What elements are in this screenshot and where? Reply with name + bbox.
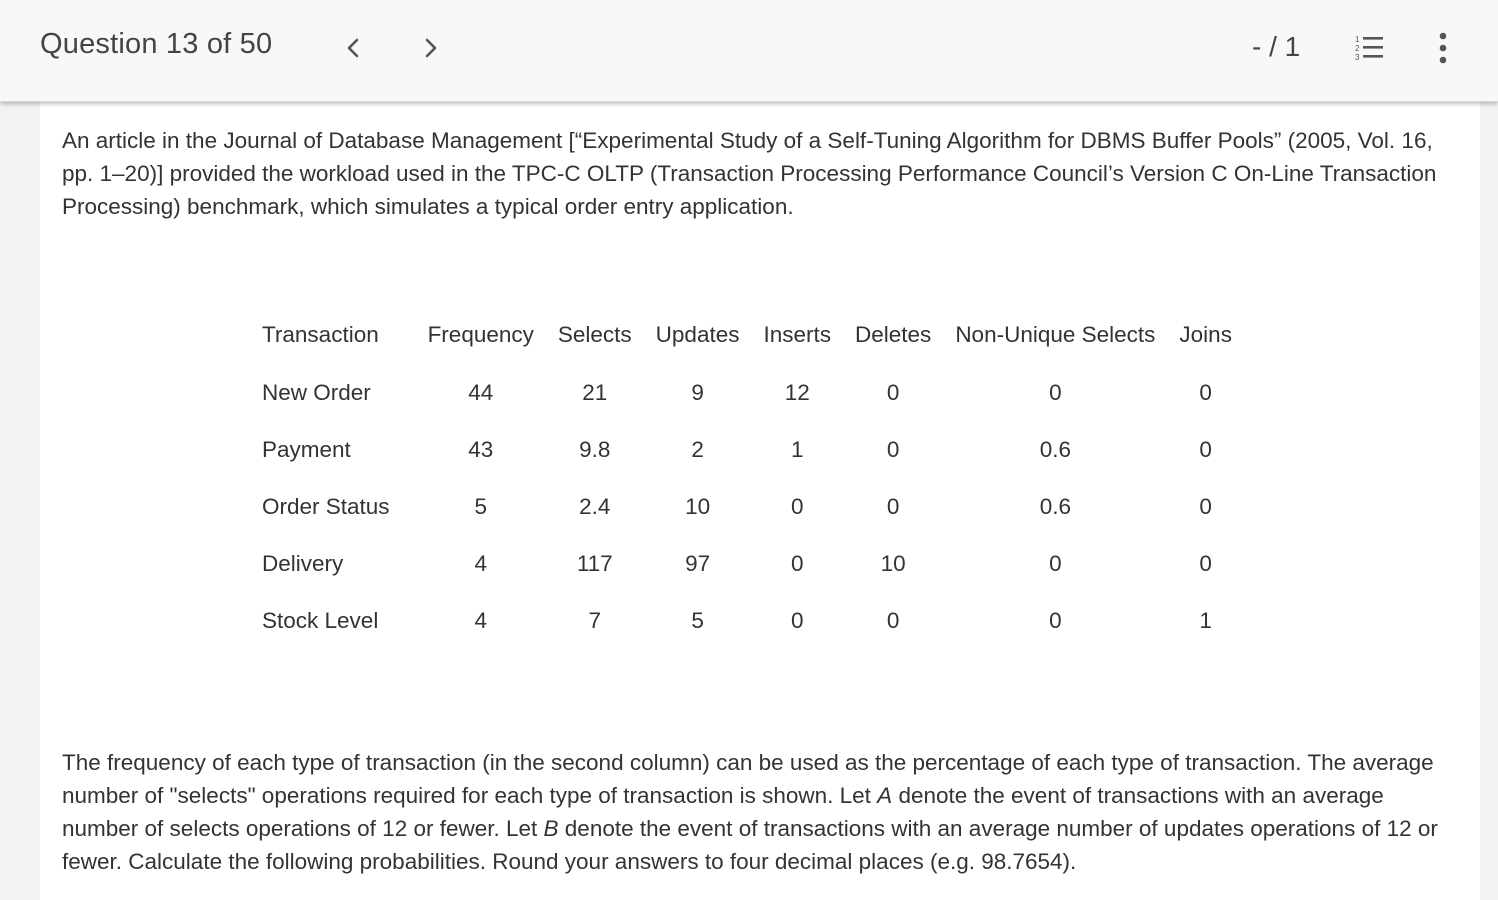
table-cell: 0: [790, 550, 804, 576]
chevron-right-icon: [425, 38, 437, 58]
table-cell: 5: [691, 607, 704, 633]
table-cell: 10: [880, 550, 906, 576]
table-cell: 44: [468, 379, 494, 405]
table-cell: 0.6: [1039, 436, 1071, 462]
more-options-button[interactable]: [1428, 30, 1458, 66]
next-question-button[interactable]: [414, 30, 448, 66]
table-cell: 2: [691, 436, 704, 462]
table-cell: 0: [1199, 550, 1212, 576]
table-cell: 117: [576, 550, 613, 576]
event-a-variable: A: [877, 783, 893, 808]
table-cell: 0: [1199, 379, 1212, 405]
column-header: Joins: [1179, 322, 1232, 347]
event-b-variable: B: [543, 816, 559, 841]
question-content: An article in the Journal of Database Ma…: [40, 101, 1480, 900]
table-cell: 7: [588, 607, 602, 633]
score-display: - / 1: [1252, 31, 1301, 62]
table-cell: 0: [1049, 550, 1062, 576]
question-list-button[interactable]: 1 2 3: [1352, 32, 1390, 64]
svg-text:2: 2: [1355, 44, 1360, 53]
more-vertical-icon: [1439, 32, 1447, 64]
table-cell: 10: [685, 493, 711, 519]
table-cell: Delivery: [262, 550, 344, 576]
table-cell: 1: [790, 436, 804, 462]
table-row: Order Status 5 2.4 10 0 0 0.6 0: [250, 478, 1244, 535]
table-cell: 0: [886, 607, 900, 633]
table-row: Payment 43 9.8 2 1 0 0.6 0: [250, 421, 1244, 478]
table-cell: 0: [886, 379, 900, 405]
numbered-list-icon: 1 2 3: [1355, 35, 1383, 62]
table-cell: 1: [1199, 607, 1212, 633]
column-header: Updates: [655, 322, 740, 347]
column-header: Non-Unique Selects: [955, 322, 1156, 347]
table-cell: 0: [1049, 607, 1062, 633]
table-cell: Payment: [262, 436, 351, 462]
chevron-left-icon: [347, 38, 359, 58]
table-cell: 21: [582, 379, 608, 405]
table-cell: 43: [468, 436, 494, 462]
question-counter: Question 13 of 50: [40, 28, 273, 60]
column-header: Deletes: [855, 322, 932, 347]
table-cell: 0: [886, 436, 900, 462]
previous-question-button[interactable]: [336, 30, 370, 66]
table-cell: 5: [474, 493, 487, 519]
table-cell: 0: [886, 493, 900, 519]
table-cell: 0: [790, 607, 804, 633]
table-row: Stock Level 4 7 5 0 0 0 1: [250, 592, 1244, 649]
table-cell: 12: [784, 379, 810, 405]
column-header: Transaction: [262, 322, 379, 347]
table-cell: 0: [790, 493, 804, 519]
table-cell: 4: [474, 550, 487, 576]
column-header: Selects: [557, 322, 632, 347]
table-cell: 0: [1049, 379, 1062, 405]
column-header: Frequency: [427, 322, 534, 347]
table-cell: 0: [1199, 436, 1212, 462]
table-cell: 9: [691, 379, 704, 405]
svg-text:3: 3: [1355, 53, 1360, 62]
table-cell: 2.4: [579, 493, 611, 519]
svg-text:1: 1: [1355, 35, 1360, 44]
table-header-row: Transaction Frequency Selects Updates In…: [250, 306, 1244, 364]
table-cell: New Order: [262, 379, 371, 405]
table-row: Delivery 4 117 97 0 10 0 0: [250, 535, 1244, 592]
table-cell: Stock Level: [262, 607, 379, 633]
table-cell: 4: [474, 607, 487, 633]
table-cell: 0.6: [1039, 493, 1071, 519]
column-header: Inserts: [763, 322, 832, 347]
table-cell: Order Status: [262, 493, 390, 519]
table-cell: 97: [685, 550, 711, 576]
table-cell: 9.8: [579, 436, 611, 462]
question-prompt-text: The frequency of each type of transactio…: [62, 746, 1462, 878]
transaction-table: Transaction Frequency Selects Updates In…: [250, 306, 1244, 649]
table-row: New Order 44 21 9 12 0 0 0: [250, 364, 1244, 421]
question-header: Question 13 of 50 - / 1 1 2 3: [0, 0, 1498, 102]
table-cell: 0: [1199, 493, 1212, 519]
question-intro-text: An article in the Journal of Database Ma…: [62, 128, 1437, 219]
